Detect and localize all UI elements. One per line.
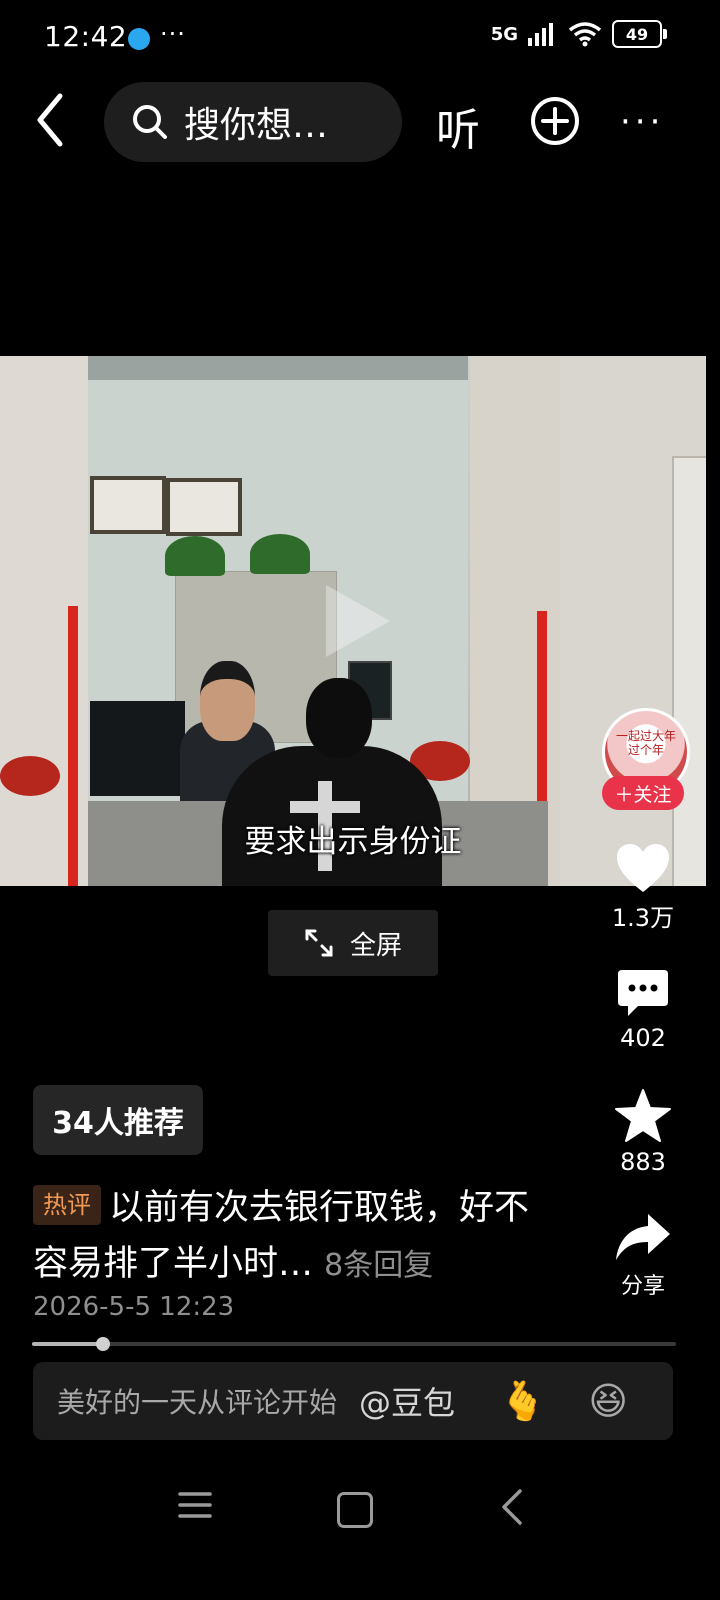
like-count: 1.3万 bbox=[611, 904, 675, 932]
hot-comment[interactable]: 热评 以前有次去银行取钱，好不容易排了半小时… 8条回复 bbox=[33, 1180, 553, 1294]
avatar-text-line: 过个年 bbox=[627, 743, 664, 757]
wifi-icon bbox=[568, 22, 602, 47]
star-icon bbox=[615, 1089, 671, 1142]
comment-input[interactable]: 美好的一天从评论开始 @豆包 🫰 😆 bbox=[33, 1362, 673, 1440]
favorite-button[interactable]: 883 bbox=[598, 1088, 688, 1176]
comment-count: 402 bbox=[620, 1024, 666, 1052]
video-plant bbox=[250, 534, 310, 574]
avatar-text: 一起过大年 过个年 bbox=[605, 729, 687, 757]
status-time: 12:42 bbox=[44, 20, 128, 53]
signal-icon bbox=[528, 23, 553, 46]
share-button[interactable]: 分享 bbox=[598, 1212, 688, 1300]
nav-menu-icon[interactable] bbox=[178, 1490, 212, 1520]
battery-icon: 49 bbox=[612, 20, 667, 48]
progress-fill bbox=[32, 1342, 103, 1346]
search-icon bbox=[133, 105, 167, 139]
nav-back-icon[interactable] bbox=[498, 1488, 528, 1526]
nav-home-icon[interactable] bbox=[337, 1492, 373, 1528]
video-person bbox=[200, 661, 255, 741]
follow-button[interactable]: ＋关注 bbox=[602, 776, 684, 810]
video-plant bbox=[165, 536, 225, 576]
laughing-emoji-icon[interactable]: 😆 bbox=[588, 1379, 628, 1423]
play-icon[interactable] bbox=[318, 581, 398, 661]
comment-input-placeholder: 美好的一天从评论开始 bbox=[57, 1386, 338, 1419]
heart-icon bbox=[617, 844, 669, 892]
video-shirt-print bbox=[290, 801, 360, 813]
hot-comment-tag: 热评 bbox=[33, 1185, 101, 1225]
share-arrow-icon bbox=[616, 1214, 670, 1260]
back-button[interactable] bbox=[30, 90, 80, 150]
hot-comment-text: 以前有次去银行取钱，好不容易排了半小时… bbox=[33, 1188, 530, 1284]
listen-button[interactable]: 听 bbox=[436, 94, 480, 158]
video-certificate bbox=[166, 478, 242, 536]
avatar-text-line: 一起过大年 bbox=[615, 729, 676, 743]
search-placeholder: 搜你想… bbox=[184, 105, 329, 146]
share-label: 分享 bbox=[620, 1274, 665, 1299]
finger-heart-emoji-icon[interactable]: 🫰 bbox=[499, 1379, 546, 1424]
comment-button[interactable]: 402 bbox=[598, 968, 688, 1052]
fullscreen-label: 全屏 bbox=[349, 930, 402, 961]
network-type: 5G bbox=[490, 23, 518, 45]
status-more-icon: ··· bbox=[160, 20, 186, 48]
comment-icon bbox=[618, 970, 668, 1016]
plus-circle-icon bbox=[531, 97, 579, 145]
notification-dot-icon bbox=[128, 28, 150, 50]
like-button[interactable]: 1.3万 bbox=[598, 842, 688, 933]
video-person bbox=[306, 678, 372, 758]
mention-doubao[interactable]: @豆包 bbox=[359, 1378, 455, 1424]
progress-knob[interactable] bbox=[95, 1337, 110, 1351]
video-flower bbox=[0, 756, 60, 796]
fullscreen-button[interactable]: 全屏 bbox=[268, 910, 438, 976]
status-indicators: 5G 49 bbox=[490, 20, 667, 48]
recommend-badge[interactable]: 34人推荐 bbox=[33, 1085, 203, 1155]
search-bar[interactable]: 搜你想… bbox=[104, 82, 402, 162]
add-button[interactable] bbox=[530, 96, 580, 146]
video-progress-bar[interactable] bbox=[32, 1337, 676, 1351]
more-options-button[interactable]: ··· bbox=[620, 105, 664, 139]
reply-count[interactable]: 8条回复 bbox=[324, 1248, 433, 1283]
comment-time: 2026-5-5 12:23 bbox=[33, 1292, 235, 1322]
video-monitor bbox=[90, 701, 185, 796]
chevron-left-icon bbox=[37, 93, 63, 147]
expand-icon bbox=[305, 929, 333, 957]
favorite-count: 883 bbox=[620, 1148, 666, 1176]
video-player[interactable]: 要求出示身份证 bbox=[0, 356, 706, 886]
video-certificate bbox=[90, 476, 166, 534]
battery-level: 49 bbox=[625, 24, 649, 44]
